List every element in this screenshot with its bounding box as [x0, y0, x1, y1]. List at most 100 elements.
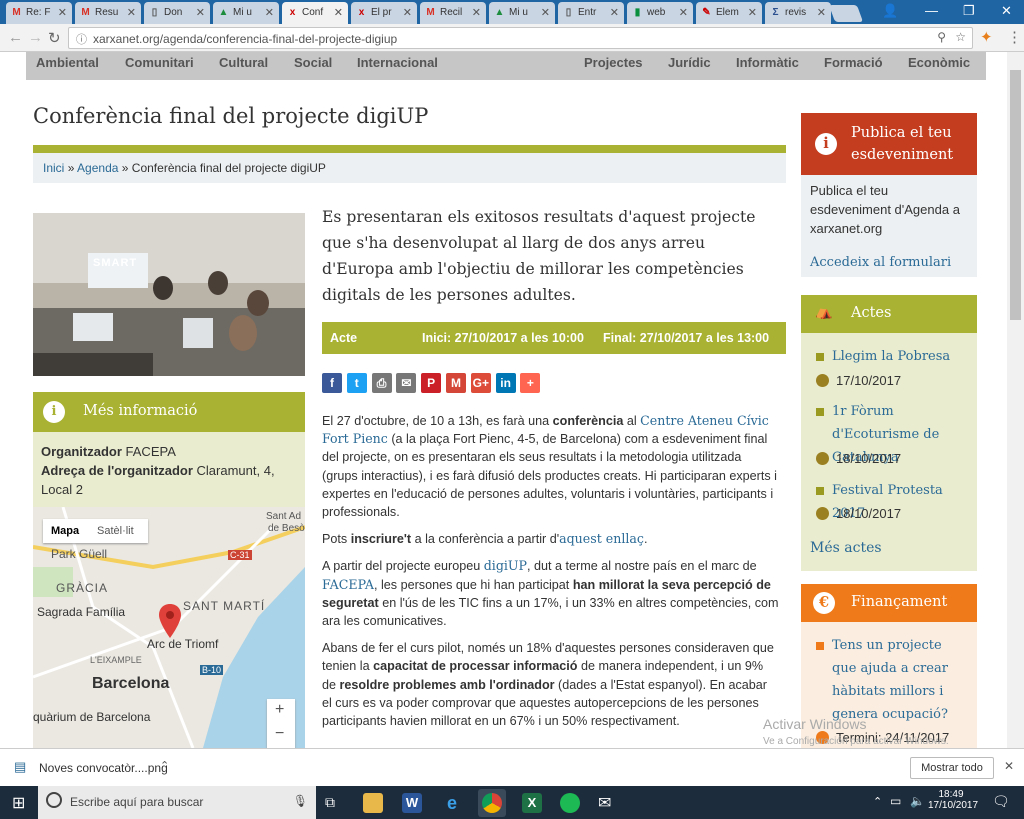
breadcrumb-home[interactable]: Inici — [43, 161, 64, 175]
location-map[interactable]: Mapa Satèl·lit Park Güell GRÀCIA Sagrada… — [33, 507, 305, 748]
browser-tab[interactable]: M Resu ✕ — [75, 2, 141, 24]
browser-tab[interactable]: x Conf ✕ — [282, 2, 348, 24]
clock[interactable]: 18:49 17/10/2017 — [928, 789, 978, 811]
browser-tab[interactable]: ▲ Mi u ✕ — [213, 2, 279, 24]
close-tab-icon[interactable]: ✕ — [58, 6, 67, 19]
maximize-icon[interactable]: ❐ — [963, 3, 975, 19]
financament-item[interactable]: Tens un projecte que ajuda a crear hàbit… — [816, 634, 966, 726]
edge-icon[interactable]: e — [442, 793, 462, 813]
nav-cultural[interactable]: Cultural — [219, 55, 268, 70]
tab-label: Resu — [95, 7, 119, 18]
browser-tab[interactable]: M Re: F ✕ — [6, 2, 72, 24]
map-tab[interactable]: Mapa — [51, 525, 79, 537]
twitter-icon[interactable]: t — [346, 373, 367, 393]
facepa-link[interactable]: FACEPA — [322, 577, 374, 592]
user-icon[interactable]: 👤 — [882, 3, 898, 19]
close-tab-icon[interactable]: ✕ — [334, 6, 343, 19]
zoom-out-button[interactable]: − — [275, 725, 284, 743]
close-tab-icon[interactable]: ✕ — [265, 6, 274, 19]
close-tab-icon[interactable]: ✕ — [196, 6, 205, 19]
close-tab-icon[interactable]: ✕ — [541, 6, 550, 19]
close-icon[interactable]: ✕ — [1004, 759, 1014, 773]
forward-icon[interactable]: → — [28, 29, 43, 46]
file-explorer-icon[interactable] — [363, 793, 383, 813]
windows-start-icon[interactable]: ⊞ — [12, 793, 25, 813]
close-tab-icon[interactable]: ✕ — [127, 6, 136, 19]
info-icon[interactable]: ⓘ — [76, 31, 87, 47]
zoom-in-button[interactable]: + — [275, 701, 284, 719]
browser-tab[interactable]: Σrevis ✕ — [765, 2, 831, 24]
browser-tab[interactable]: ▯ Entr ✕ — [558, 2, 624, 24]
close-tab-icon[interactable]: ✕ — [748, 6, 757, 19]
task-view-icon[interactable]: ⧉ — [325, 794, 335, 811]
chrome-icon[interactable] — [482, 793, 502, 813]
nav-formacio[interactable]: Formació — [824, 55, 883, 70]
excel-icon[interactable]: X — [522, 793, 542, 813]
nav-social[interactable]: Social — [294, 55, 332, 70]
acte-item[interactable]: Llegim la Pobresa — [816, 345, 966, 368]
nav-economic[interactable]: Econòmic — [908, 55, 970, 70]
close-tab-icon[interactable]: ✕ — [403, 6, 412, 19]
email-icon[interactable]: ✉ — [396, 373, 417, 393]
close-window-icon[interactable]: ✕ — [1001, 3, 1012, 19]
back-icon[interactable]: ← — [8, 29, 23, 46]
menu-icon[interactable]: ⋮ — [1007, 28, 1022, 46]
google-plus-icon[interactable]: G+ — [470, 373, 491, 393]
satellite-tab[interactable]: Satèl·lit — [97, 525, 134, 537]
gmail-icon[interactable]: M — [446, 373, 466, 393]
close-tab-icon[interactable]: ✕ — [679, 6, 688, 19]
nav-internacional[interactable]: Internacional — [357, 55, 438, 70]
browser-tab[interactable]: x El pr ✕ — [351, 2, 417, 24]
browser-tab[interactable]: ▯ Don ✕ — [144, 2, 210, 24]
extension-icon[interactable]: ✦ — [980, 28, 993, 46]
spotify-icon[interactable] — [560, 793, 580, 813]
activation-watermark-text: Ve a Configuración para activar Windows. — [763, 736, 949, 747]
close-tab-icon[interactable]: ✕ — [817, 6, 826, 19]
facebook-icon[interactable]: f — [322, 373, 342, 393]
show-all-downloads-button[interactable]: Mostrar todo — [910, 757, 994, 779]
chevron-up-icon[interactable]: ⌃ — [160, 759, 169, 772]
download-file-name[interactable]: Noves convocatòr....png — [39, 761, 168, 775]
print-icon[interactable]: ⎙ — [371, 373, 392, 393]
nav-projectes[interactable]: Projectes — [584, 55, 643, 70]
new-tab-button[interactable] — [828, 5, 864, 22]
scrollbar[interactable] — [1007, 52, 1024, 748]
notification-icon[interactable]: 🗨 — [992, 793, 1010, 810]
network-icon[interactable]: ▭ — [890, 794, 901, 808]
word-icon[interactable]: W — [402, 793, 422, 813]
publish-form-link[interactable]: Accedeix al formulari — [810, 253, 951, 272]
browser-tab[interactable]: ▲ Mi u ✕ — [489, 2, 555, 24]
browser-tab[interactable]: M Recil ✕ — [420, 2, 486, 24]
browser-tab[interactable]: ▮ web ✕ — [627, 2, 693, 24]
microphone-icon[interactable]: 🎙 — [293, 794, 308, 808]
mail-icon[interactable]: ✉ — [598, 793, 611, 813]
breadcrumb-agenda[interactable]: Agenda — [77, 161, 118, 175]
more-share-icon[interactable]: + — [520, 373, 541, 393]
reload-icon[interactable]: ↻ — [48, 29, 61, 47]
bookmark-star-icon[interactable]: ☆ — [955, 30, 966, 44]
url-field[interactable]: ⓘ xarxanet.org/agenda/conferencia-final-… — [68, 27, 973, 49]
nav-informatic[interactable]: Informàtic — [736, 55, 799, 70]
nav-comunitari[interactable]: Comunitari — [125, 55, 194, 70]
zoom-icon[interactable]: ⚲ — [937, 30, 946, 44]
minimize-icon[interactable]: — — [925, 3, 938, 18]
more-actes-link[interactable]: Més actes — [810, 540, 882, 556]
nav-ambiental[interactable]: Ambiental — [36, 55, 99, 70]
pinterest-icon[interactable]: P — [421, 373, 442, 393]
nav-juridic[interactable]: Jurídic — [668, 55, 711, 70]
digiup-link[interactable]: digiUP — [484, 558, 527, 573]
taskbar-search[interactable]: Escribe aquí para buscar 🎙 — [38, 786, 316, 819]
euro-icon: € — [813, 592, 835, 614]
windows-taskbar: ⊞ Escribe aquí para buscar 🎙 ⧉ W e X ✉ ⌃… — [0, 786, 1024, 819]
map-pin-icon[interactable] — [159, 604, 181, 638]
tray-chevron-icon[interactable]: ⌃ — [873, 795, 882, 808]
scrollbar-thumb[interactable] — [1010, 70, 1021, 320]
volume-icon[interactable]: 🔈 — [910, 794, 925, 808]
url-text: xarxanet.org/agenda/conferencia-final-de… — [93, 32, 398, 46]
linkedin-icon[interactable]: in — [495, 373, 516, 393]
close-tab-icon[interactable]: ✕ — [610, 6, 619, 19]
browser-tab[interactable]: ✎ Elem ✕ — [696, 2, 762, 24]
close-tab-icon[interactable]: ✕ — [472, 6, 481, 19]
actes-header: ⛺ Actes — [801, 295, 977, 333]
register-link[interactable]: aquest enllaç — [559, 531, 644, 546]
